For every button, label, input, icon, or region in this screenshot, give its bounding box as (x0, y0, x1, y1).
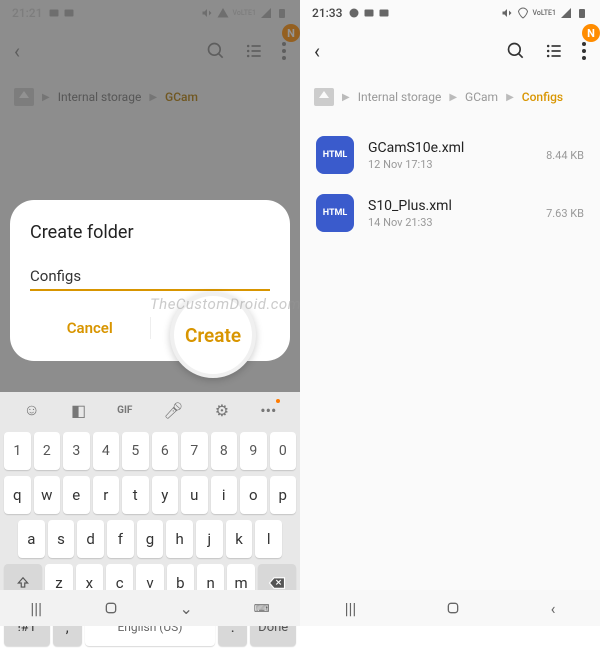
recents-icon[interactable]: ||| (345, 599, 357, 618)
file-date: 12 Nov 17:13 (368, 158, 532, 171)
key-8[interactable]: 8 (211, 432, 238, 470)
file-size: 8.44 KB (546, 149, 584, 162)
file-row[interactable]: HTML GCamS10e.xml 12 Nov 17:13 8.44 KB (300, 126, 600, 184)
key-s[interactable]: s (48, 520, 75, 558)
screen-left: 21:21 VoLTE1 ‹ N ▶ Internal storage ▶ GC… (0, 0, 300, 626)
key-u[interactable]: u (181, 476, 208, 514)
status-left-icons (348, 7, 390, 19)
watermark: TheCustomDroid.com (150, 295, 301, 313)
dialog-title: Create folder (30, 222, 270, 243)
file-row[interactable]: HTML S10_Plus.xml 14 Nov 21:33 7.63 KB (300, 184, 600, 242)
back-button[interactable]: ‹ (314, 39, 320, 63)
chevron-right-icon: ▶ (342, 92, 350, 103)
key-d[interactable]: d (77, 520, 104, 558)
search-icon[interactable] (506, 41, 526, 61)
keyboard-toolbar: ☺ ◧ GIF 🎤︎ ⚙ ••• (0, 392, 300, 428)
nav-bar: ||| ⌄ ⌨ (0, 590, 300, 626)
key-e[interactable]: e (63, 476, 90, 514)
chevron-right-icon: ▶ (449, 92, 457, 103)
key-g[interactable]: g (137, 520, 164, 558)
more-keyboard-icon[interactable]: ••• (260, 401, 276, 420)
key-p[interactable]: p (270, 476, 297, 514)
key-h[interactable]: h (166, 520, 193, 558)
crumb-item[interactable]: GCam (465, 90, 498, 104)
key-l[interactable]: l (255, 520, 282, 558)
key-5[interactable]: 5 (122, 432, 149, 470)
file-date: 14 Nov 21:33 (368, 216, 532, 229)
key-0[interactable]: 0 (270, 432, 297, 470)
cancel-button[interactable]: Cancel (30, 309, 150, 347)
gif-icon[interactable]: GIF (117, 405, 132, 416)
toolbar: ‹ N (300, 26, 600, 76)
key-k[interactable]: k (226, 520, 253, 558)
nav-bar: ||| ‹ (300, 590, 600, 626)
mic-icon[interactable]: 🎤︎ (163, 401, 183, 420)
file-size: 7.63 KB (546, 207, 584, 220)
home-nav-icon[interactable] (103, 600, 119, 616)
folder-name-input[interactable] (30, 263, 270, 291)
home-nav-icon[interactable] (445, 600, 461, 616)
key-3[interactable]: 3 (63, 432, 90, 470)
crumb-item[interactable]: Internal storage (358, 90, 442, 104)
key-r[interactable]: r (93, 476, 120, 514)
key-o[interactable]: o (240, 476, 267, 514)
key-y[interactable]: y (152, 476, 179, 514)
emoji-icon[interactable]: ☺ (24, 400, 40, 420)
status-right-icons: VoLTE1 (501, 7, 588, 19)
keyboard-down-icon[interactable]: ⌄ (180, 599, 193, 618)
key-6[interactable]: 6 (152, 432, 179, 470)
html-file-icon: HTML (316, 136, 354, 174)
key-2[interactable]: 2 (34, 432, 61, 470)
notification-badge: N (582, 24, 600, 42)
key-4[interactable]: 4 (93, 432, 120, 470)
status-bar: 21:33 VoLTE1 (300, 0, 600, 26)
file-name: S10_Plus.xml (368, 198, 532, 214)
key-9[interactable]: 9 (240, 432, 267, 470)
html-file-icon: HTML (316, 194, 354, 232)
key-j[interactable]: j (196, 520, 223, 558)
file-name: GCamS10e.xml (368, 140, 532, 156)
home-icon[interactable] (314, 88, 334, 106)
key-i[interactable]: i (211, 476, 238, 514)
key-t[interactable]: t (122, 476, 149, 514)
chevron-right-icon: ▶ (506, 92, 514, 103)
key-f[interactable]: f (107, 520, 134, 558)
breadcrumb: ▶ Internal storage ▶ GCam ▶ Configs (300, 76, 600, 118)
keyboard-area: ☺ ◧ GIF 🎤︎ ⚙ ••• 1234567890 qwertyuiop a… (0, 392, 300, 626)
keyboard-switch-icon[interactable]: ⌨ (254, 602, 270, 615)
recents-icon[interactable]: ||| (30, 599, 42, 618)
settings-icon[interactable]: ⚙ (215, 401, 229, 420)
key-w[interactable]: w (34, 476, 61, 514)
key-q[interactable]: q (4, 476, 31, 514)
key-a[interactable]: a (18, 520, 45, 558)
file-list: HTML GCamS10e.xml 12 Nov 17:13 8.44 KB H… (300, 118, 600, 250)
back-nav-icon[interactable]: ‹ (551, 599, 556, 618)
sticker-icon[interactable]: ◧ (71, 401, 86, 420)
key-7[interactable]: 7 (181, 432, 208, 470)
list-view-icon[interactable] (544, 41, 564, 61)
status-time: 21:33 (312, 6, 342, 20)
screen-right: 21:33 VoLTE1 ‹ N ▶ Internal storage ▶ GC… (300, 0, 600, 626)
crumb-current[interactable]: Configs (522, 90, 563, 104)
key-1[interactable]: 1 (4, 432, 31, 470)
more-icon[interactable]: N (582, 42, 586, 60)
